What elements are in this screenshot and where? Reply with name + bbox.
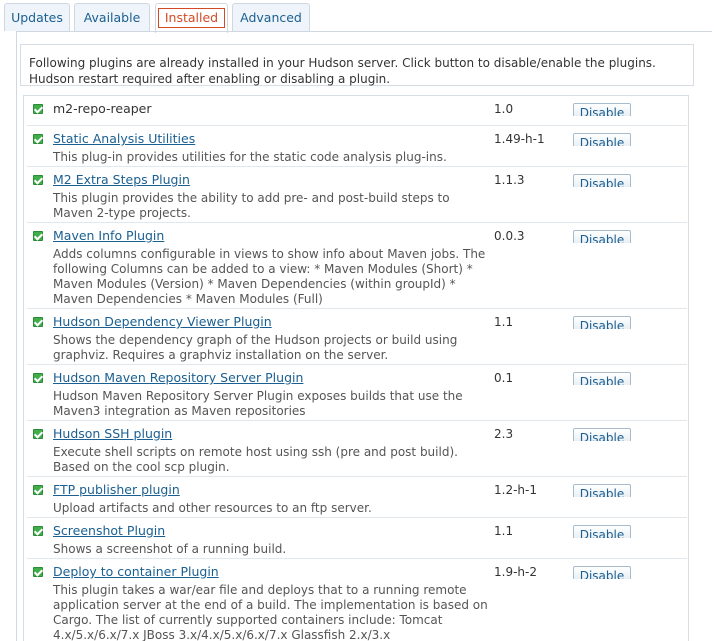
enabled-checkbox[interactable] <box>33 373 43 383</box>
disable-button[interactable]: Disable <box>573 372 631 385</box>
disable-button[interactable]: Disable <box>573 316 631 329</box>
plugin-version: 1.1.3 <box>494 173 525 187</box>
plugin-version: 1.9-h-2 <box>494 565 537 579</box>
info-line-2: Hudson restart required after enabling o… <box>29 72 391 86</box>
info-box: Following plugins are already installed … <box>20 44 694 86</box>
tab-advanced[interactable]: Advanced <box>232 3 310 31</box>
plugin-description: Shows the dependency graph of the Hudson… <box>53 333 458 362</box>
disable-button[interactable]: Disable <box>573 103 631 116</box>
disable-button[interactable]: Disable <box>573 566 631 579</box>
tab-available-label: Available <box>83 10 141 25</box>
plugin-description: Hudson Maven Repository Server Plugin ex… <box>53 389 463 418</box>
enabled-checkbox[interactable] <box>33 134 43 144</box>
disable-button[interactable]: Disable <box>573 133 631 146</box>
plugin-version: 1.0 <box>494 102 514 116</box>
plugin-manager: Updates Available Installed Advanced Fol… <box>0 0 714 641</box>
enabled-checkbox[interactable] <box>33 526 43 536</box>
tab-bar: Updates Available Installed Advanced <box>0 0 714 34</box>
plugin-description: This plugin provides the ability to add … <box>53 191 450 220</box>
tab-installed-label: Installed <box>157 8 226 28</box>
enabled-checkbox[interactable] <box>33 567 43 577</box>
plugin-name-link[interactable]: Hudson Dependency Viewer Plugin <box>53 314 272 330</box>
plugin-version: 2.3 <box>494 427 514 441</box>
plugin-name-link[interactable]: Deploy to container Plugin <box>53 564 219 580</box>
enabled-checkbox[interactable] <box>33 175 43 185</box>
enabled-checkbox[interactable] <box>33 485 43 495</box>
tab-advanced-label: Advanced <box>240 10 302 25</box>
plugin-list: m2-repo-reaper 1.0 Disable Static Analys… <box>23 95 689 641</box>
enabled-checkbox[interactable] <box>33 104 43 114</box>
plugin-name-link[interactable]: FTP publisher plugin <box>53 482 180 498</box>
plugin-row: m2-repo-reaper 1.0 Disable <box>27 96 687 126</box>
enabled-checkbox[interactable] <box>33 317 43 327</box>
plugin-name-link[interactable]: M2 Extra Steps Plugin <box>53 172 190 188</box>
disable-button[interactable]: Disable <box>573 230 631 243</box>
plugin-row: Hudson SSH plugin Execute shell scripts … <box>27 421 687 477</box>
plugin-version: 1.2-h-1 <box>494 483 537 497</box>
plugin-row: M2 Extra Steps Plugin This plugin provid… <box>27 167 687 223</box>
plugin-description: This plug-in provides utilities for the … <box>53 150 447 164</box>
plugin-row: Deploy to container Plugin This plugin t… <box>27 559 687 641</box>
plugin-description: Shows a screenshot of a running build. <box>53 542 287 556</box>
disable-button[interactable]: Disable <box>573 174 631 187</box>
plugin-row: FTP publisher plugin Upload artifacts an… <box>27 477 687 518</box>
plugin-name: m2-repo-reaper <box>53 101 152 116</box>
plugin-name-link[interactable]: Maven Info Plugin <box>53 228 164 244</box>
info-line-1: Following plugins are already installed … <box>29 56 656 70</box>
plugin-version: 1.49-h-1 <box>494 132 545 146</box>
plugin-version: 1.1 <box>494 524 514 538</box>
plugin-row: Hudson Dependency Viewer Plugin Shows th… <box>27 309 687 365</box>
plugin-description: Adds columns configurable in views to sh… <box>53 247 486 306</box>
enabled-checkbox[interactable] <box>33 429 43 439</box>
plugin-row: Static Analysis Utilities This plug-in p… <box>27 126 687 167</box>
tab-available[interactable]: Available <box>74 3 150 31</box>
plugin-version: 0.0.3 <box>494 229 525 243</box>
tab-updates-label: Updates <box>11 10 63 25</box>
plugin-version: 0.1 <box>494 371 514 385</box>
plugin-description: Execute shell scripts on remote host usi… <box>53 445 458 474</box>
plugin-row: Screenshot Plugin Shows a screenshot of … <box>27 518 687 559</box>
plugin-name-link[interactable]: Hudson SSH plugin <box>53 426 172 442</box>
plugin-row: Maven Info Plugin Adds columns configura… <box>27 223 687 309</box>
plugin-description: This plugin takes a war/ear file and dep… <box>53 583 488 641</box>
plugin-version: 1.1 <box>494 315 514 329</box>
plugin-name-link[interactable]: Hudson Maven Repository Server Plugin <box>53 370 303 386</box>
disable-button[interactable]: Disable <box>573 525 631 538</box>
tab-installed[interactable]: Installed <box>155 3 228 33</box>
plugin-name-link[interactable]: Screenshot Plugin <box>53 523 165 539</box>
disable-button[interactable]: Disable <box>573 484 631 497</box>
enabled-checkbox[interactable] <box>33 231 43 241</box>
tab-updates[interactable]: Updates <box>4 3 70 31</box>
plugin-description: Upload artifacts and other resources to … <box>53 501 372 515</box>
disable-button[interactable]: Disable <box>573 428 631 441</box>
installed-panel: Following plugins are already installed … <box>16 31 712 641</box>
plugin-name-link[interactable]: Static Analysis Utilities <box>53 131 195 147</box>
plugin-row: Hudson Maven Repository Server Plugin Hu… <box>27 365 687 421</box>
